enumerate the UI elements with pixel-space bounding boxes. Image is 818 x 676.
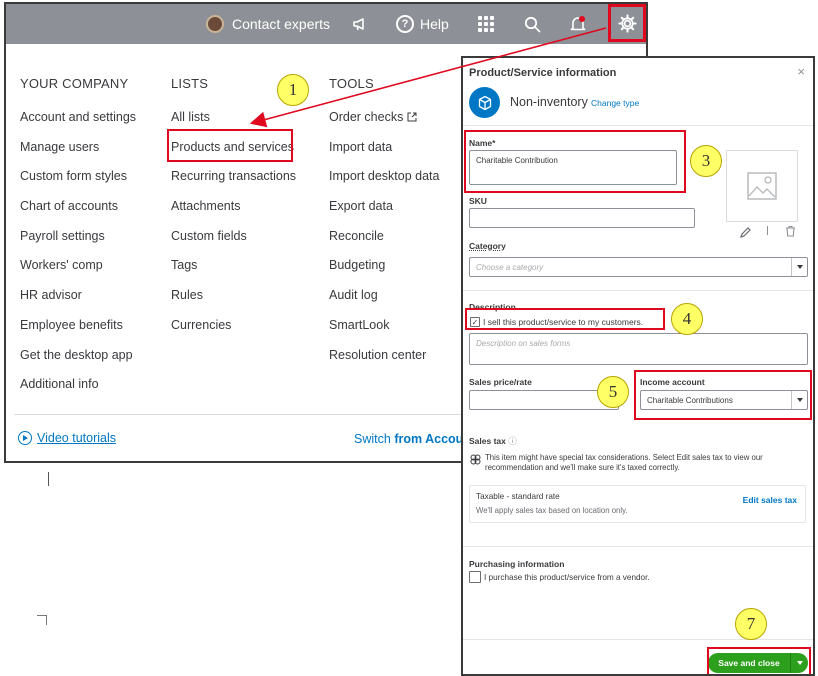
annotation-badge-1: 1 — [277, 74, 309, 106]
annotation-badge-5: 5 — [597, 376, 629, 408]
annotation-arrow — [249, 27, 607, 128]
annotation-badge-3: 3 — [690, 145, 722, 177]
annotation-badge-4: 4 — [671, 303, 703, 335]
annotation-badge-7: 7 — [735, 608, 767, 640]
